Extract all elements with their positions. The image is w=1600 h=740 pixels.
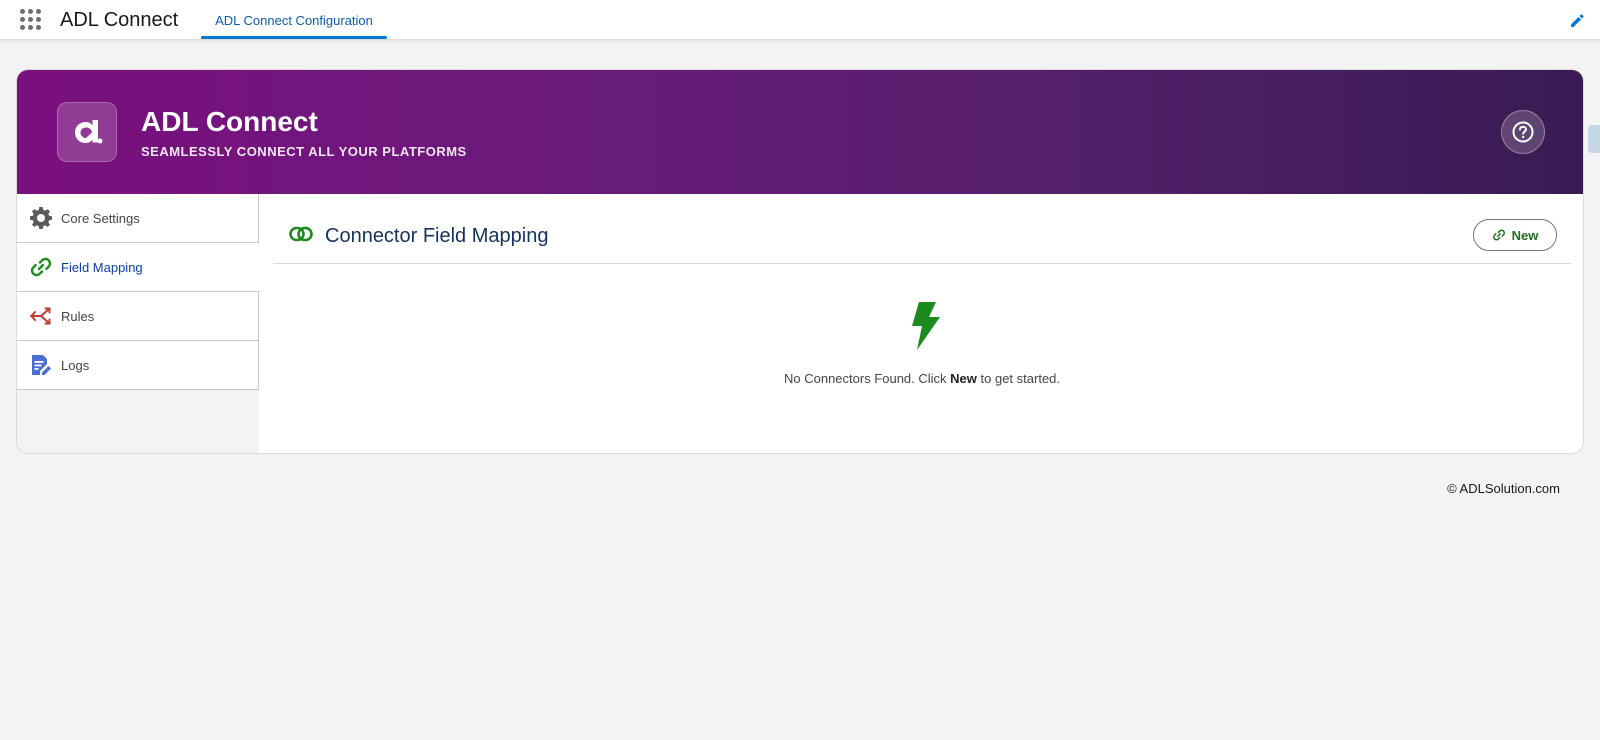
new-connector-button[interactable]: New [1473,219,1557,251]
banner-subtitle: SEAMLESSLY CONNECT ALL YOUR PLATFORMS [141,144,467,159]
main-panel: Connector Field Mapping New No Connector… [259,194,1583,453]
empty-state-new-highlight: New [950,371,977,386]
side-panel-toggle[interactable] [1588,125,1600,153]
sidebar-item-label: Rules [61,308,95,324]
sidebar-item-core-settings[interactable]: Core Settings [17,194,259,243]
empty-state-message: No Connectors Found. Click New to get st… [259,371,1583,386]
link-icon [1492,229,1505,241]
sidebar-item-field-mapping[interactable]: Field Mapping [17,243,259,292]
sidebar-item-logs[interactable]: Logs [17,341,259,390]
document-edit-icon [29,353,53,377]
link-icon [29,255,53,279]
lightning-bolt-icon [912,302,940,350]
sidebar-item-rules[interactable]: Rules [17,292,259,341]
sidebar-item-label: Core Settings [61,210,140,226]
panel-title: Connector Field Mapping [325,225,549,247]
app-launcher-icon[interactable] [20,9,42,31]
empty-state-prefix: No Connectors Found. Click [783,371,951,386]
global-header: ADL Connect ADL Connect Configuration [0,0,1600,40]
empty-state-suffix: to get started. [976,371,1061,386]
banner-title: ADL Connect [141,106,318,137]
adl-connect-card: ADL Connect SEAMLESSLY CONNECT ALL YOUR … [16,69,1584,454]
settings-sidebar: Core Settings Field Mapping Rules Logs [17,194,259,453]
app-name: ADL Connect [60,9,179,31]
help-button[interactable] [1501,110,1545,154]
new-button-label: New [1511,227,1539,243]
panel-header: Connector Field Mapping New [273,194,1571,264]
tab-adl-connect-configuration[interactable]: ADL Connect Configuration [201,0,387,39]
question-circle-icon [1512,121,1534,143]
pencil-icon[interactable] [1569,13,1585,29]
sidebar-item-label: Logs [61,357,90,373]
adl-logo-icon [75,120,103,144]
flow-arrows-icon [29,304,53,328]
link-icon [289,226,313,242]
gear-icon [29,206,53,230]
sidebar-item-label: Field Mapping [61,259,143,275]
hero-banner: ADL Connect SEAMLESSLY CONNECT ALL YOUR … [17,70,1583,194]
footer-copyright: © ADLSolution.com [1447,481,1560,496]
adl-logo [57,102,117,162]
